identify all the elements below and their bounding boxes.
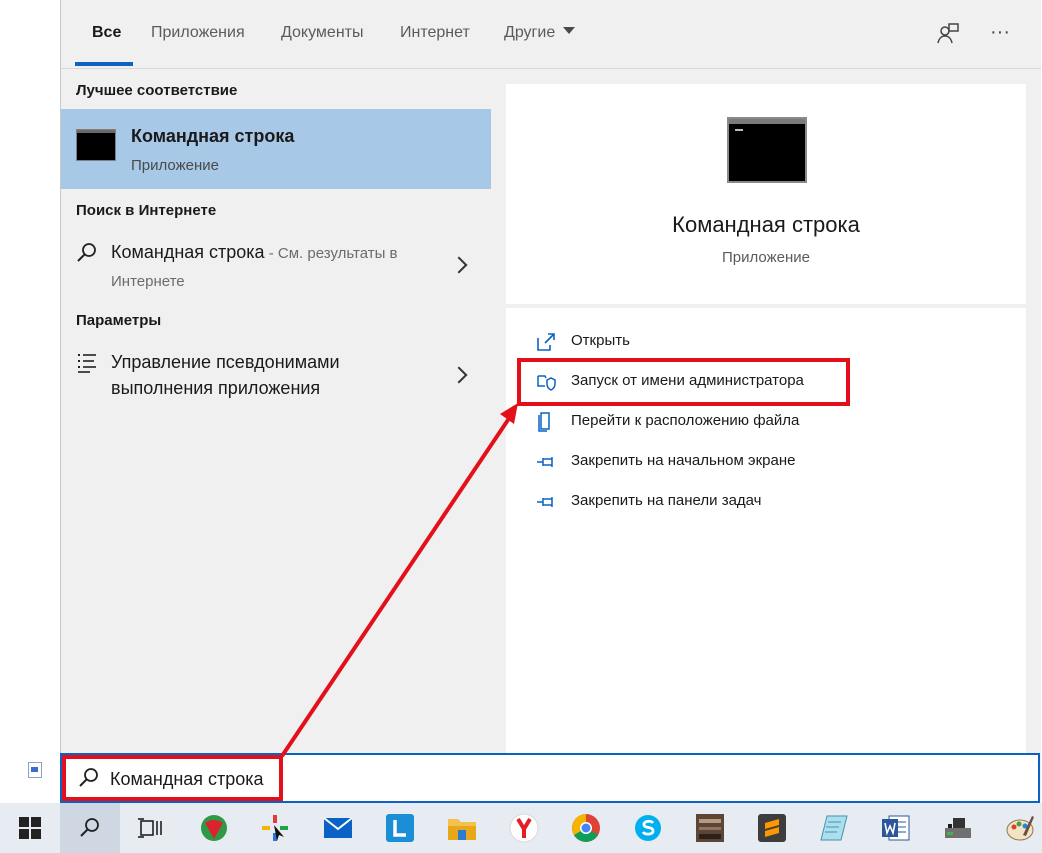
taskbar-sublime-text[interactable] [742, 803, 802, 853]
paint-icon [1006, 816, 1034, 841]
app-drive-icon [945, 818, 971, 838]
taskbar-file-explorer[interactable] [432, 803, 492, 853]
skype-icon [635, 815, 661, 841]
annotation-arrow [280, 403, 518, 758]
search-icon [80, 818, 99, 837]
mail-icon [323, 817, 353, 838]
taskbar-app-pinwheel[interactable] [245, 803, 305, 853]
folder-icon [448, 819, 476, 840]
windows-start-icon [19, 817, 41, 839]
taskbar-yandex-browser[interactable] [494, 803, 554, 853]
taskbar-app-drive[interactable] [928, 803, 988, 853]
app-photo-icon [696, 814, 724, 842]
sublime-text-icon [758, 814, 786, 842]
app-pinwheel-icon [262, 815, 288, 841]
taskbar-chrome[interactable] [556, 803, 616, 853]
notepad-icon [820, 815, 848, 841]
yandex-browser-icon [509, 813, 539, 843]
taskbar-app-green-shield[interactable] [184, 803, 244, 853]
taskbar-search-button[interactable] [60, 803, 120, 853]
task-view-button[interactable] [120, 803, 180, 853]
taskbar-mail[interactable] [308, 803, 368, 853]
taskbar-app-l[interactable] [370, 803, 430, 853]
taskbar-app-photo[interactable] [680, 803, 740, 853]
word-icon [882, 815, 910, 841]
taskbar-notepad[interactable] [804, 803, 864, 853]
app-l-icon [386, 814, 414, 842]
taskbar-paint[interactable] [990, 803, 1042, 853]
chrome-icon [572, 814, 600, 842]
task-view-icon [138, 818, 162, 838]
taskbar [0, 803, 1042, 853]
start-button[interactable] [0, 803, 60, 853]
taskbar-word[interactable] [866, 803, 926, 853]
app-shield-icon [201, 815, 227, 841]
taskbar-skype[interactable] [618, 803, 678, 853]
